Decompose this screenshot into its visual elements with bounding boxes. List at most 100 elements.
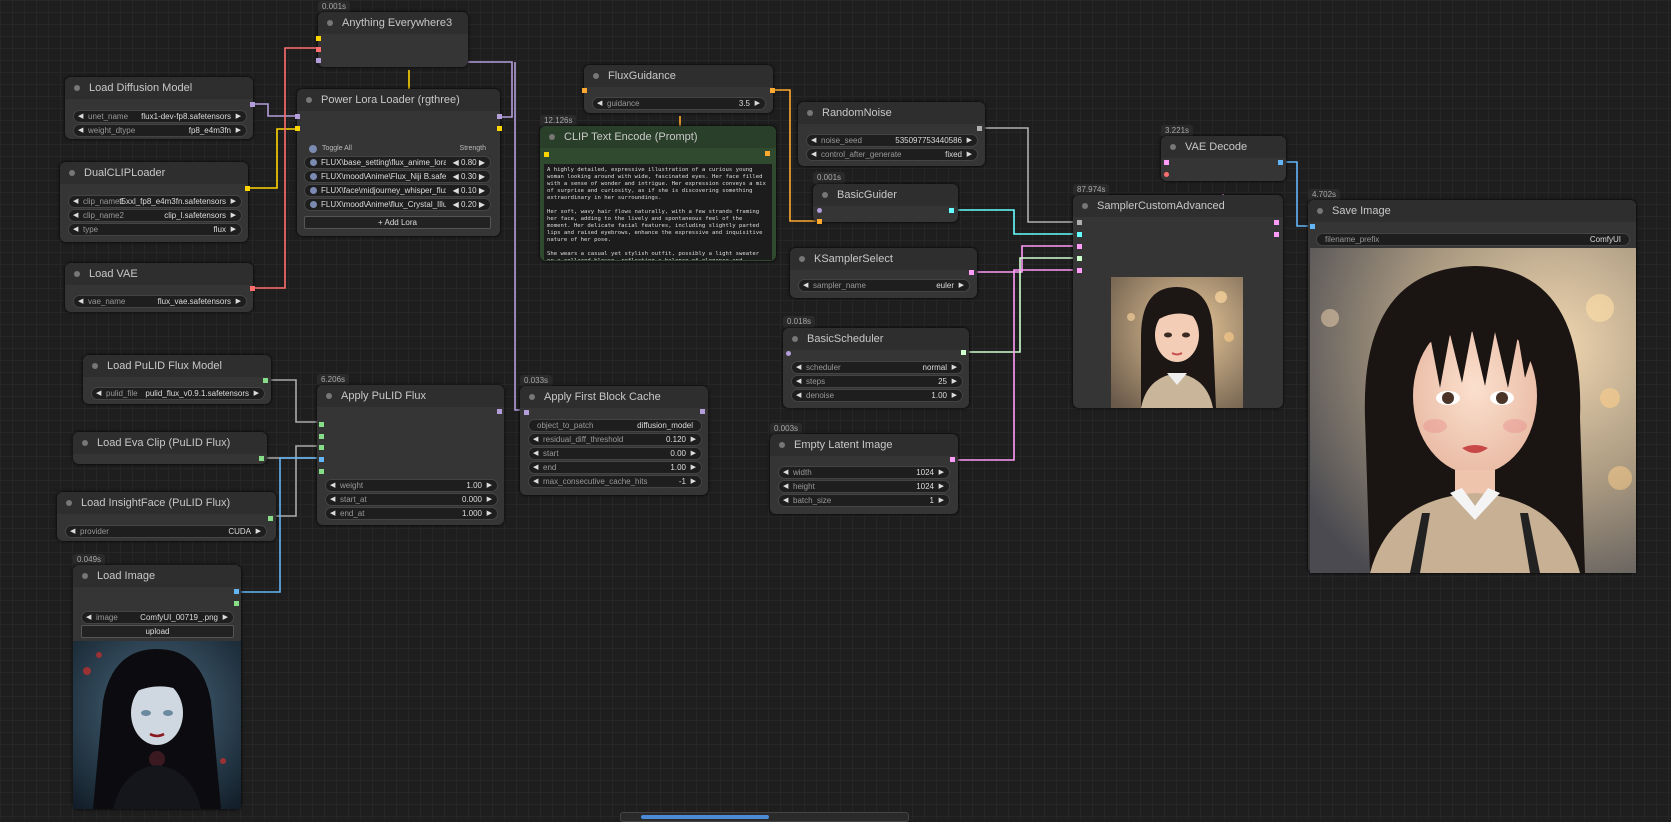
node-title[interactable]: Load Eva Clip (PuLID Flux) xyxy=(73,432,267,454)
collapse-dot-icon[interactable] xyxy=(74,85,80,91)
node-load-diffusion-model[interactable]: Load Diffusion Model ◀ unet_name flux1-dev… xyxy=(65,77,255,139)
toggle-all-icon[interactable] xyxy=(309,145,317,153)
input-slot[interactable] xyxy=(582,88,587,93)
output-slot[interactable] xyxy=(250,286,255,291)
node-apply-pulid-flux[interactable]: Apply PuLID Flux ◀ weight 1.00 ▶ ◀ start_at 0… xyxy=(317,385,504,525)
arrow-left-icon[interactable]: ◀ xyxy=(78,111,83,122)
collapse-dot-icon[interactable] xyxy=(327,20,333,26)
arrow-left-icon[interactable]: ◀ xyxy=(533,448,538,459)
lora-row[interactable]: FLUX\mood\Anime\flux_Crystal_Illustr... ◀… xyxy=(304,198,491,211)
arrow-right-icon[interactable]: ▶ xyxy=(939,495,944,506)
input-slot[interactable] xyxy=(817,208,822,213)
node-load-insightface[interactable]: Load InsightFace (PuLID Flux) ◀ provider C… xyxy=(57,492,276,541)
node-title[interactable]: Empty Latent Image xyxy=(770,434,958,456)
arrow-left-icon[interactable]: ◀ xyxy=(78,125,83,136)
arrow-left-icon[interactable]: ◀ xyxy=(330,508,335,519)
arrow-right-icon[interactable]: ▶ xyxy=(236,296,241,307)
lora-row[interactable]: FLUX\base_setting\flux_anime_lora.sa... ◀… xyxy=(304,156,491,169)
node-apply-first-block-cache[interactable]: Apply First Block Cache object_to_patch d… xyxy=(520,386,708,495)
arrow-right-icon[interactable]: ▶ xyxy=(967,149,972,160)
node-title[interactable]: FluxGuidance xyxy=(584,65,773,87)
scrollbar-thumb[interactable] xyxy=(641,815,769,819)
node-random-noise[interactable]: RandomNoise ◀ noise_seed 535097753440586 ▶ … xyxy=(798,102,985,166)
node-title[interactable]: Power Lora Loader (rgthree) xyxy=(297,89,500,111)
input-slot[interactable] xyxy=(1077,244,1082,249)
output-slot[interactable] xyxy=(949,208,954,213)
lora-strength[interactable]: ◀ 0.80 ▶ xyxy=(453,157,485,168)
node-load-vae[interactable]: Load VAE ◀ vae_name flux_vae.safetensors ▶ xyxy=(65,263,255,312)
output-slot[interactable] xyxy=(765,151,770,156)
start-at-number[interactable]: ◀ start_at 0.000 ▶ xyxy=(325,493,498,506)
sampler-name-combo[interactable]: ◀ sampler_name euler ▶ xyxy=(798,279,970,292)
node-flux-guidance[interactable]: FluxGuidance ◀ guidance 3.5 ▶ xyxy=(582,65,775,113)
node-clip-text-encode[interactable]: CLIP Text Encode (Prompt) A highly detai… xyxy=(540,126,776,261)
node-dual-clip-loader[interactable]: DualCLIPLoader ◀ clip_name1 t5xxl_fp8_e4m3… xyxy=(60,162,250,242)
node-load-pulid-model[interactable]: Load PuLID Flux Model ◀ pulid_file pulid_f… xyxy=(83,355,271,404)
clip-name1-combo[interactable]: ◀ clip_name1 t5xxl_fp8_e4m3fn.safetensors ▶ xyxy=(68,195,242,208)
arrow-right-icon[interactable]: ▶ xyxy=(487,494,492,505)
node-ksampler-select[interactable]: KSamplerSelect ◀ sampler_name euler ▶ xyxy=(790,248,977,298)
arrow-left-icon[interactable]: ◀ xyxy=(78,296,83,307)
collapse-dot-icon[interactable] xyxy=(593,73,599,79)
output-slot[interactable] xyxy=(245,186,250,191)
node-title[interactable]: KSamplerSelect xyxy=(790,248,977,270)
upload-button[interactable]: upload xyxy=(81,625,234,638)
max-consecutive-cache-hits-number[interactable]: ◀ max_consecutive_cache_hits -1 ▶ xyxy=(528,475,702,488)
clip-name2-combo[interactable]: ◀ clip_name2 clip_l.safetensors ▶ xyxy=(68,209,242,222)
arrow-right-icon[interactable]: ▶ xyxy=(939,467,944,478)
arrow-left-icon[interactable]: ◀ xyxy=(796,362,801,373)
batch-size-number[interactable]: ◀ batch_size 1 ▶ xyxy=(778,494,950,507)
filename-prefix-text[interactable]: filename_prefix ComfyUI xyxy=(1316,233,1630,246)
arrow-left-icon[interactable]: ◀ xyxy=(796,390,801,401)
width-number[interactable]: ◀ width 1024 ▶ xyxy=(778,466,950,479)
lora-name[interactable]: FLUX\mood\Anime\flux_Crystal_Illustr... xyxy=(321,199,446,210)
arrow-left-icon[interactable]: ◀ xyxy=(811,149,816,160)
output-slot[interactable] xyxy=(234,601,239,606)
arrow-right-icon[interactable]: ▶ xyxy=(952,362,957,373)
node-vae-decode[interactable]: VAE Decode xyxy=(1161,136,1286,181)
lora-name[interactable]: FLUX\face\midjourney_whisper_flux_lo... xyxy=(321,185,446,196)
add-lora-button[interactable]: + Add Lora xyxy=(304,216,491,229)
arrow-right-icon[interactable]: ▶ xyxy=(952,376,957,387)
node-title[interactable]: CLIP Text Encode (Prompt) xyxy=(540,126,776,148)
node-title[interactable]: Anything Everywhere3 xyxy=(318,12,468,34)
collapse-dot-icon[interactable] xyxy=(1082,203,1088,209)
input-slot[interactable] xyxy=(1310,224,1315,229)
collapse-dot-icon[interactable] xyxy=(74,271,80,277)
collapse-dot-icon[interactable] xyxy=(92,363,98,369)
arrow-right-icon[interactable]: ▶ xyxy=(691,434,696,445)
input-slot[interactable] xyxy=(817,219,822,224)
output-slot[interactable] xyxy=(263,378,268,383)
node-title[interactable]: Load PuLID Flux Model xyxy=(83,355,271,377)
node-title[interactable]: Load Image xyxy=(73,565,241,587)
node-anything-everywhere[interactable]: Anything Everywhere3 xyxy=(316,12,468,67)
lora-strength[interactable]: ◀ 0.20 ▶ xyxy=(453,199,485,210)
noise-seed-number[interactable]: ◀ noise_seed 535097753440586 ▶ xyxy=(806,134,978,147)
arrow-left-icon[interactable]: ◀ xyxy=(796,376,801,387)
output-slot[interactable] xyxy=(259,456,264,461)
collapse-dot-icon[interactable] xyxy=(69,170,75,176)
node-title[interactable]: Save Image xyxy=(1308,200,1636,222)
scheduler-combo[interactable]: ◀ scheduler normal ▶ xyxy=(791,361,963,374)
output-slot[interactable] xyxy=(497,126,502,131)
arrow-right-icon[interactable]: ▶ xyxy=(236,125,241,136)
height-number[interactable]: ◀ height 1024 ▶ xyxy=(778,480,950,493)
node-title[interactable]: Apply PuLID Flux xyxy=(317,385,504,407)
input-slot[interactable] xyxy=(786,351,791,356)
input-slot[interactable] xyxy=(295,114,300,119)
arrow-right-icon[interactable]: ▶ xyxy=(223,612,228,623)
arrow-left-icon[interactable]: ◀ xyxy=(330,494,335,505)
output-slot[interactable] xyxy=(950,457,955,462)
arrow-right-icon[interactable]: ▶ xyxy=(256,526,261,537)
arrow-left-icon[interactable]: ◀ xyxy=(96,388,101,399)
arrow-right-icon[interactable]: ▶ xyxy=(487,508,492,519)
collapse-dot-icon[interactable] xyxy=(549,134,555,140)
node-title[interactable]: Load InsightFace (PuLID Flux) xyxy=(57,492,276,514)
arrow-right-icon[interactable]: ▶ xyxy=(231,210,236,221)
arrow-right-icon[interactable]: ▶ xyxy=(231,196,236,207)
collapse-dot-icon[interactable] xyxy=(306,97,312,103)
denoise-number[interactable]: ◀ denoise 1.00 ▶ xyxy=(791,389,963,402)
output-slot[interactable] xyxy=(977,126,982,131)
output-slot[interactable] xyxy=(234,589,239,594)
collapse-dot-icon[interactable] xyxy=(1317,208,1323,214)
